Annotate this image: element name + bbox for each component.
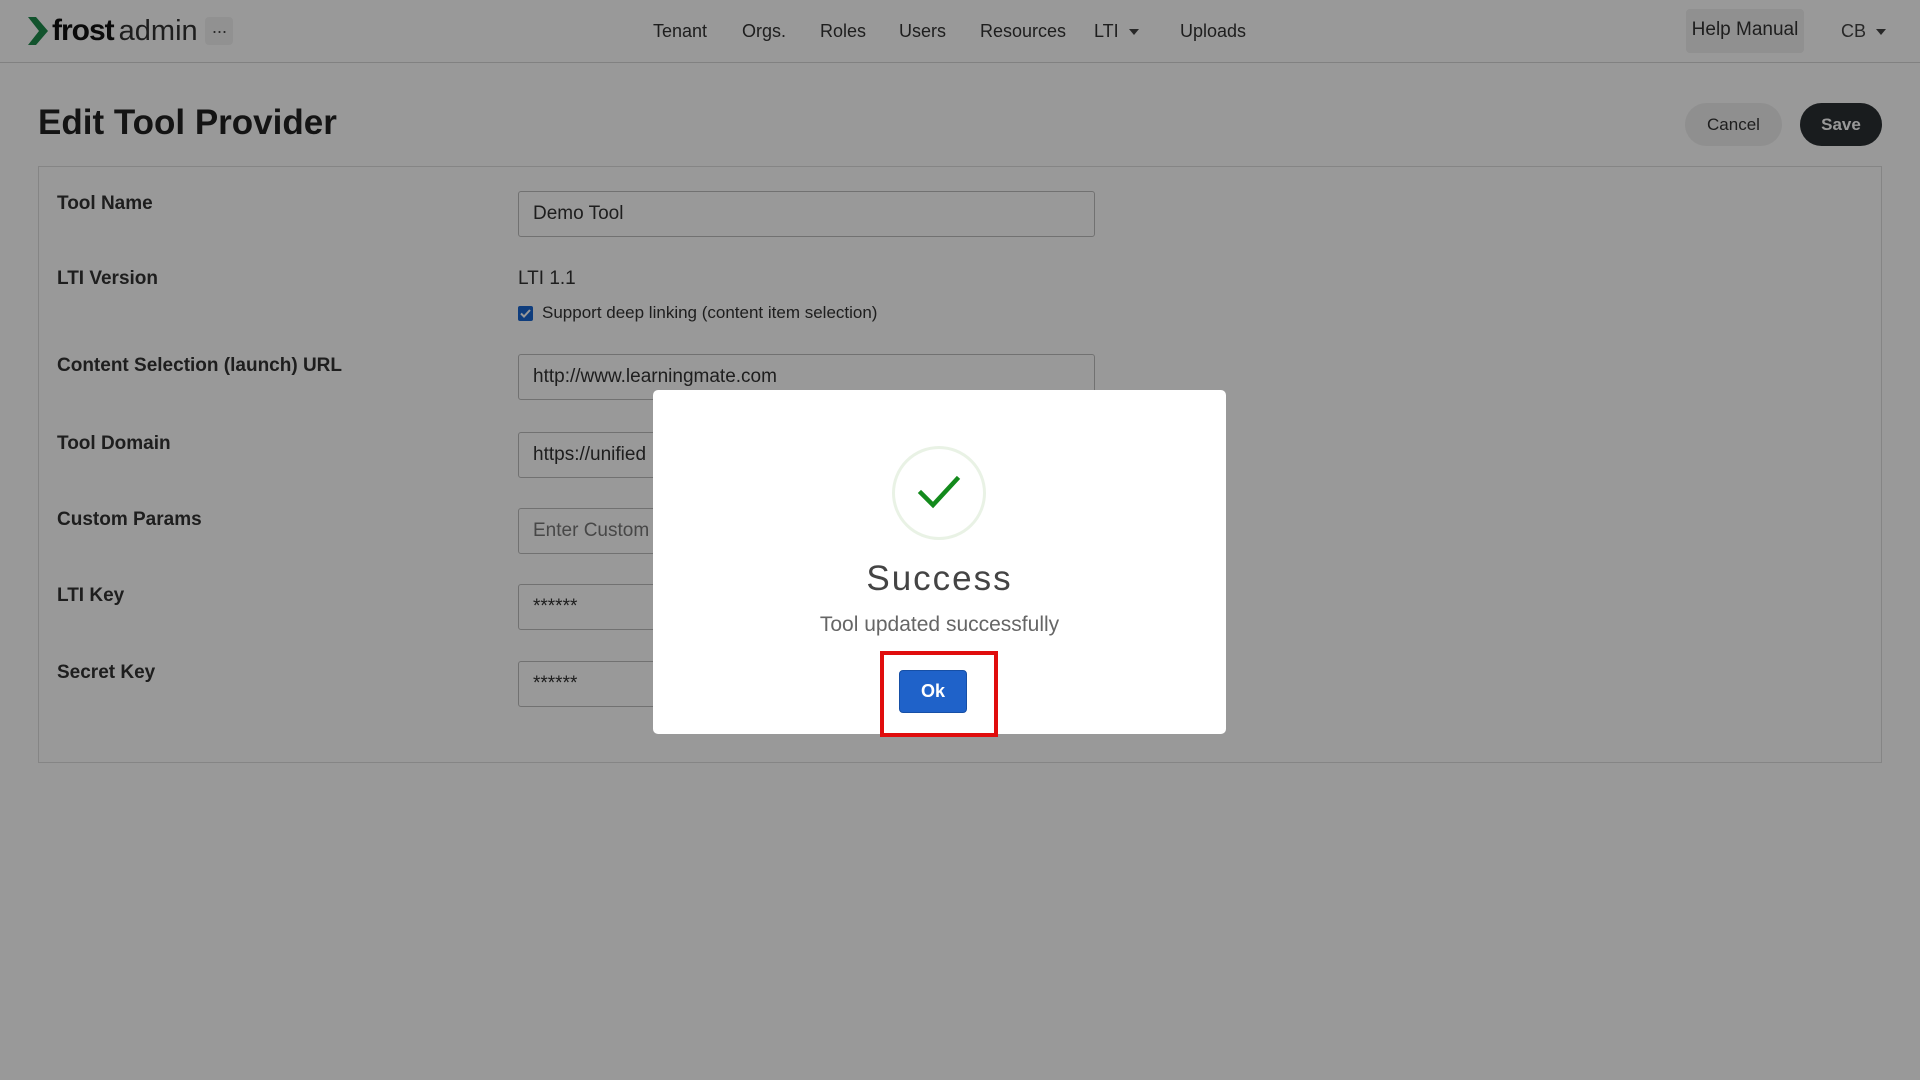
success-icon-circle [892, 446, 986, 540]
dialog-message: Tool updated successfully [819, 613, 1060, 636]
checkmark-icon [917, 475, 961, 509]
dialog-title: Success [866, 559, 1013, 598]
success-dialog: Success Tool updated successfully Ok [653, 390, 1226, 737]
ok-button[interactable]: Ok [899, 670, 967, 713]
